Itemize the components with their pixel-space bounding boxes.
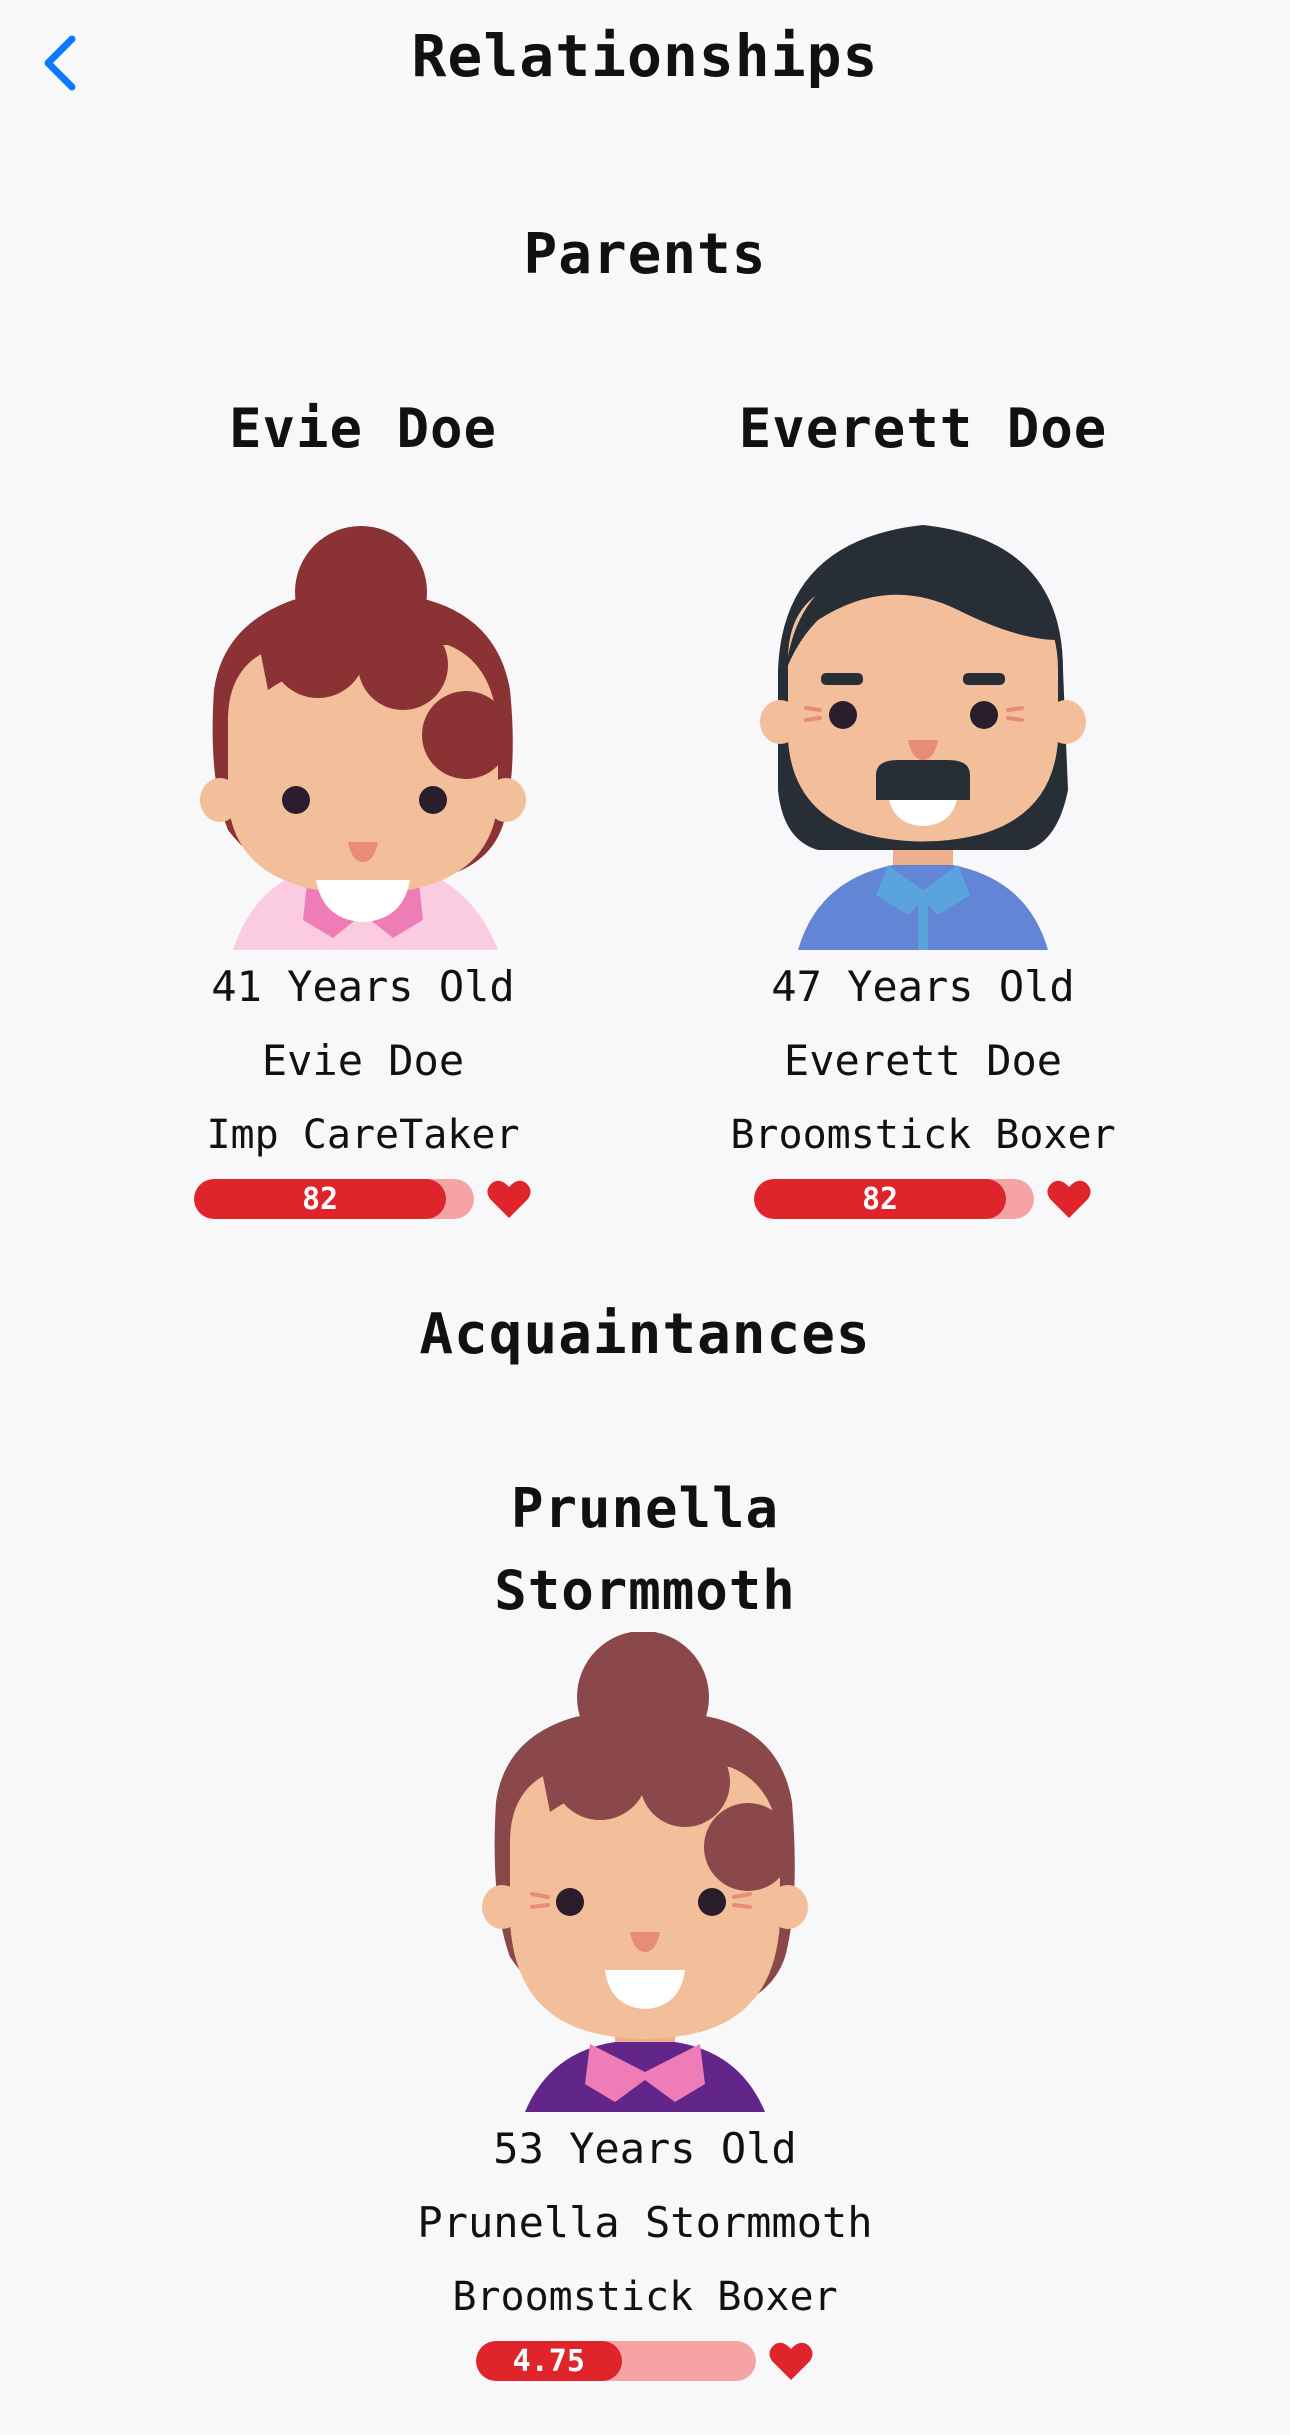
avatar-man-mustache-icon [760,525,1086,950]
person-card[interactable]: Prunella Stormmoth 53 Years Old Prunella… [365,1468,925,2382]
person-full-name: Everett Doe [783,1036,1063,1085]
person-card[interactable]: Evie Doe 41 Years Old Evie Doe Imp CareT… [83,388,643,1220]
relationship-bar: 82 [194,1179,474,1219]
heart-icon [769,2342,813,2380]
relationship-meter: 82 [643,1178,1203,1220]
navigation-bar: Relationships [0,0,1290,130]
person-age: 47 Years Old [771,962,1075,1011]
person-job: Broomstick Boxer [452,2274,838,2320]
relationship-value: 82 [301,1181,339,1217]
person-age: 41 Years Old [211,962,515,1011]
relationship-meter: 82 [83,1178,643,1220]
relationship-bar: 4.75 [476,2341,756,2381]
page-title: Relationships [411,22,879,90]
person-job: Imp CareTaker [206,1112,520,1158]
person-name: Everett Doe [738,397,1108,460]
section-title-parents: Parents [523,222,767,287]
relationship-bar: 82 [754,1179,1034,1219]
person-full-name: Prunella Stormmoth [417,2198,873,2247]
avatar-woman-icon [200,526,526,950]
person-name: Prunella Stormmoth [494,1477,796,1622]
person-card[interactable]: Everett Doe 47 Years Old Everett Doe Bro… [643,388,1203,1220]
section-title-acquaintances: Acquaintances [419,1302,871,1367]
person-job: Broomstick Boxer [730,1112,1116,1158]
relationship-value: 82 [861,1181,899,1217]
relationship-value: 4.75 [512,2343,585,2379]
heart-icon [487,1180,531,1218]
person-name: Evie Doe [228,397,498,460]
relationship-meter: 4.75 [365,2340,925,2382]
person-age: 53 Years Old [493,2124,797,2173]
person-full-name: Evie Doe [261,1036,465,1085]
avatar-woman-icon [482,1632,808,2112]
heart-icon [1047,1180,1091,1218]
